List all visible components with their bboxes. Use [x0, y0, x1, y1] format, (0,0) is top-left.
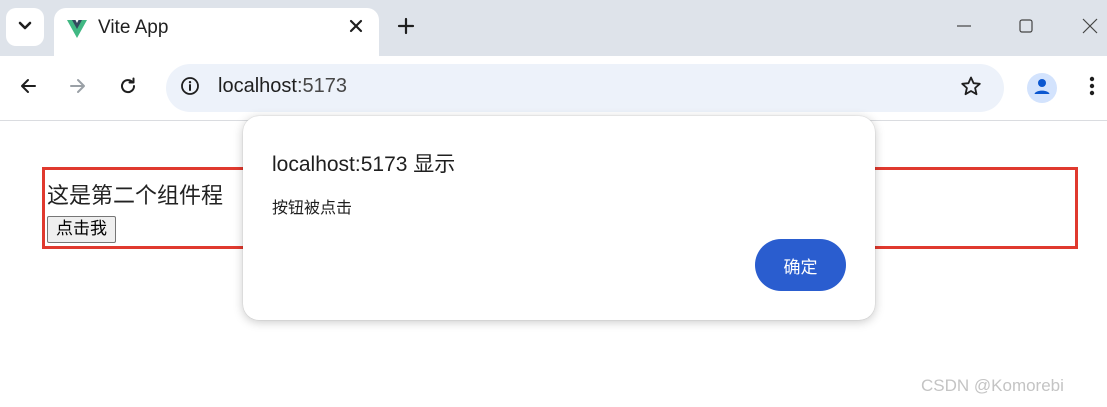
back-button[interactable] [14, 74, 42, 102]
tab-title: Vite App [98, 17, 169, 38]
minimize-icon [956, 18, 972, 39]
close-icon [349, 19, 363, 38]
tab-search-button[interactable] [6, 8, 44, 46]
address-bar[interactable]: localhost:5173 [166, 64, 1004, 112]
new-tab-button[interactable] [392, 14, 420, 42]
maximize-button[interactable] [1012, 14, 1040, 42]
tab-close-button[interactable] [344, 16, 368, 40]
maximize-icon [1018, 18, 1034, 39]
url-text[interactable]: localhost:5173 [218, 75, 347, 98]
dialog-title: localhost:5173 显示 [272, 153, 456, 176]
reload-icon [118, 76, 138, 101]
component-text: 这是第二个组件程 [47, 184, 224, 209]
arrow-left-icon [18, 76, 38, 101]
info-icon [180, 76, 200, 101]
browser-toolbar: localhost:5173 [0, 56, 1107, 121]
click-me-button[interactable]: 点击我 [47, 216, 116, 243]
arrow-right-icon [68, 76, 88, 101]
minimize-button[interactable] [950, 14, 978, 42]
plus-icon [397, 17, 415, 40]
watermark: CSDN @Komorebi [921, 376, 1064, 395]
alert-dialog: localhost:5173 显示 按钮被点击 确定 [243, 116, 875, 320]
kebab-menu-icon [1089, 75, 1095, 102]
browser-menu-button[interactable] [1080, 74, 1104, 102]
close-window-button[interactable] [1076, 14, 1104, 42]
tab-strip: Vite App [0, 0, 1107, 56]
profile-button[interactable] [1027, 73, 1057, 103]
dialog-message: 按钮被点击 [272, 200, 353, 217]
url-port: :5173 [296, 75, 347, 97]
forward-button[interactable] [64, 74, 92, 102]
reload-button[interactable] [114, 74, 142, 102]
person-icon [1031, 75, 1053, 102]
bookmark-button[interactable] [958, 75, 984, 101]
star-icon [960, 75, 982, 102]
close-icon [1082, 18, 1098, 39]
dialog-ok-button[interactable]: 确定 [755, 239, 846, 291]
url-host: localhost [218, 75, 297, 97]
site-info-button[interactable] [178, 76, 202, 100]
vue-logo-icon [66, 18, 88, 40]
chevron-down-icon [18, 18, 32, 36]
tab-vite-app[interactable]: Vite App [54, 8, 379, 56]
